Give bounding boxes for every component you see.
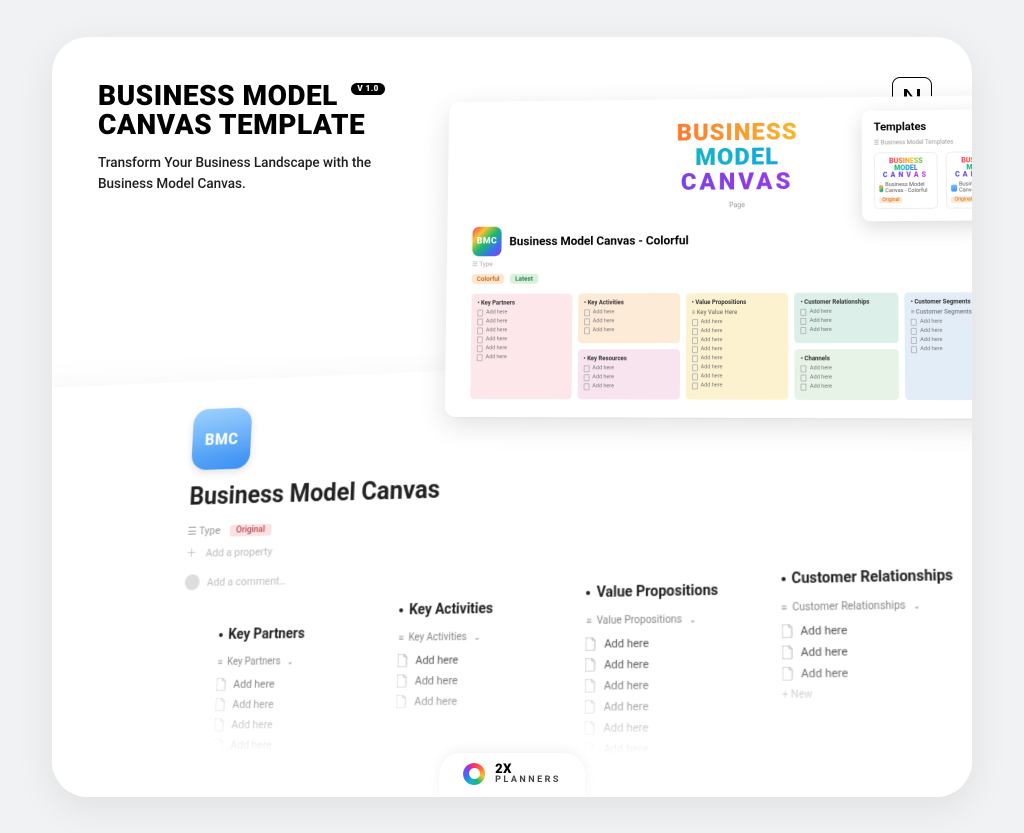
list-item[interactable]: Add here <box>585 720 755 734</box>
avatar <box>184 574 200 590</box>
column-title[interactable]: Customer Relationships <box>781 567 956 587</box>
templates-heading: Templates <box>874 118 972 133</box>
preview-cell[interactable]: • Key ActivitiesAdd hereAdd hereAdd here <box>578 292 680 342</box>
templates-caption: ☰ Business Model Templates <box>874 137 972 146</box>
list-item[interactable]: Add here <box>585 699 755 714</box>
preview-card: BUSINESS MODEL CANVAS Page BMC Business … <box>445 94 972 418</box>
list-item[interactable]: Add here <box>216 676 372 690</box>
column-customer-relationships: Customer Relationships Customer Relations… <box>781 567 959 701</box>
brand-pill: 2X PLANNERS <box>439 753 585 797</box>
template-tag: Original <box>879 197 902 203</box>
list-item[interactable]: Add here <box>214 717 371 731</box>
list-item[interactable]: Add here <box>396 693 559 707</box>
hero-title-line1: BUSINESS MODEL <box>98 79 338 112</box>
version-badge: V 1.0 <box>351 83 384 95</box>
brand-logo-icon <box>463 763 485 785</box>
preview-cell[interactable]: • ChannelsAdd hereAdd hereAdd here <box>795 348 900 399</box>
preview-page-title[interactable]: Business Model Canvas - Colorful <box>509 232 688 247</box>
preview-page-icon[interactable]: BMC <box>472 226 502 256</box>
list-item[interactable]: Add here <box>212 758 369 772</box>
tag-latest[interactable]: Latest <box>510 273 538 283</box>
tag-colorful[interactable]: Colorful <box>472 273 505 283</box>
column-key-activities: Key Activities Key Activities Add here Add … <box>396 599 560 708</box>
list-item[interactable]: Add here <box>215 697 371 711</box>
template-card[interactable]: BUSINESSMODELCANVASBusiness Model Canvas… <box>946 151 972 209</box>
column-key-partners: Key Partners Key Partners Add here Add here… <box>212 624 374 772</box>
preview-type-label: ☰ Type <box>472 257 972 267</box>
hero: BUSINESS MODEL V 1.0 CANVAS TEMPLATE Tra… <box>98 81 418 196</box>
list-item[interactable]: Add here <box>782 665 959 680</box>
column-title[interactable]: Key Partners <box>219 624 374 642</box>
hero-subtitle: Transform Your Business Landscape with t… <box>98 153 418 195</box>
list-item[interactable]: Add here <box>782 643 958 659</box>
hero-title: BUSINESS MODEL V 1.0 CANVAS TEMPLATE <box>98 79 385 141</box>
list-item[interactable]: Add here <box>586 656 755 671</box>
templates-panel: Templates ☰ Business Model Templates BUS… <box>862 108 972 221</box>
list-item[interactable]: Add here <box>397 673 559 688</box>
template-name: Business Model Canvas - Colorful <box>879 181 933 193</box>
list-item[interactable]: Add here <box>586 635 755 651</box>
column-title[interactable]: Key Activities <box>399 599 560 618</box>
page-icon[interactable]: BMC <box>191 407 252 470</box>
preview-cell[interactable]: • Customer RelationshipsAdd hereAdd here… <box>795 292 899 343</box>
preview-cell[interactable]: • Customer Segments≡ Customer SegmentsAd… <box>904 291 972 399</box>
column-value-propositions: Value Propositions Value Propositions Add … <box>585 581 755 756</box>
preview-cell[interactable]: • Key PartnersAdd hereAdd hereAdd hereAd… <box>470 293 572 399</box>
list-item[interactable]: Add here <box>585 677 754 692</box>
type-label: ☰ Type <box>187 524 220 537</box>
new-row-button[interactable]: + New <box>782 688 959 701</box>
page-title[interactable]: Business Model Canvas <box>189 453 972 511</box>
list-item[interactable]: Add here <box>585 742 755 756</box>
column-subhead[interactable]: Key Activities <box>398 630 559 643</box>
preview-cell[interactable]: • Value Propositions≡ Key Value HereAdd … <box>685 292 788 399</box>
type-tag[interactable]: Original <box>229 523 271 536</box>
product-card: BUSINESS MODEL V 1.0 CANVAS TEMPLATE Tra… <box>52 37 972 797</box>
list-item[interactable]: Add here <box>782 621 958 637</box>
template-tag: Original <box>951 196 972 202</box>
preview-cell[interactable]: • Key ResourcesAdd hereAdd hereAdd here <box>577 348 679 398</box>
brand-line2: PLANNERS <box>495 776 561 785</box>
list-item[interactable]: Add here <box>213 738 370 751</box>
column-subhead[interactable]: Customer Relationships <box>781 599 956 613</box>
list-item[interactable]: Add here <box>398 652 560 667</box>
template-name: Business Model Canvas <box>951 181 972 193</box>
column-title[interactable]: Value Propositions <box>586 581 754 601</box>
column-subhead[interactable]: Value Propositions <box>586 613 754 627</box>
column-subhead[interactable]: Key Partners <box>217 655 372 668</box>
template-card[interactable]: BUSINESSMODELCANVASBusiness Model Canvas… <box>874 151 938 208</box>
hero-title-line2: CANVAS TEMPLATE <box>98 108 365 141</box>
